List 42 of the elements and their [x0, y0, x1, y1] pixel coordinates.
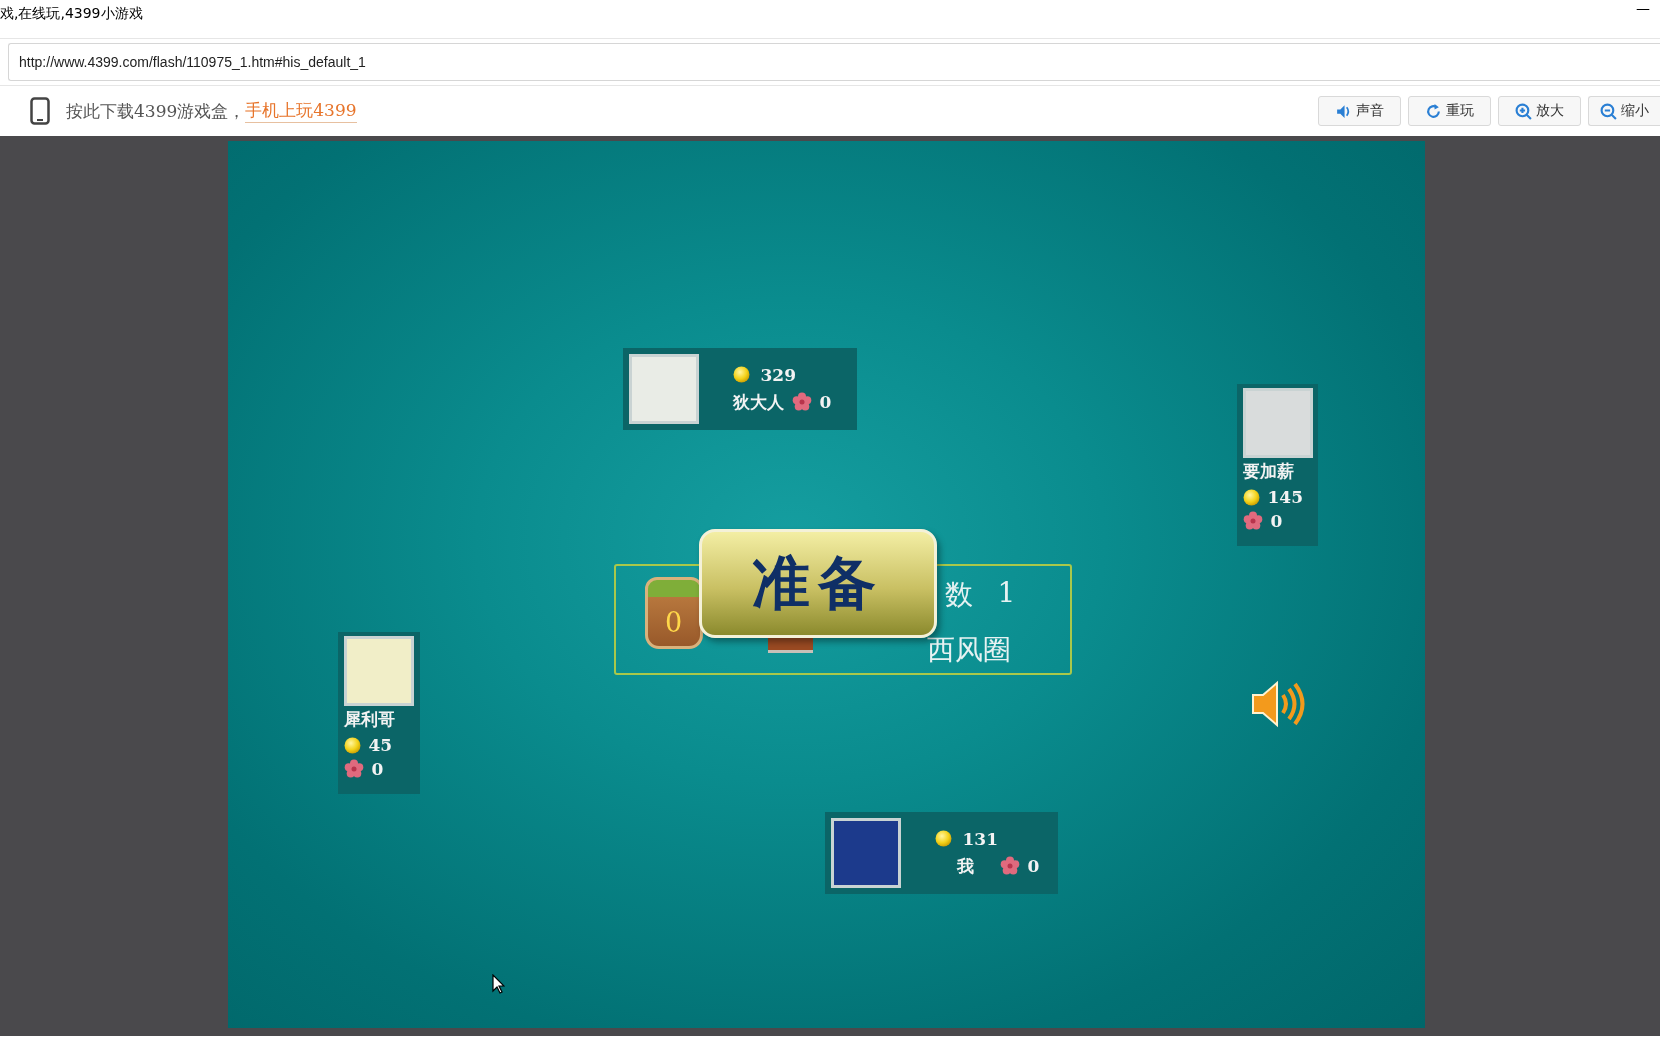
player-name: 狄大人 [732, 390, 784, 414]
round-count: 1 [997, 576, 1016, 609]
zoom-out-icon [1600, 102, 1617, 120]
flower-icon [999, 856, 1020, 876]
player-name: 我 [956, 854, 974, 878]
window-title: 戏,在线玩,4399小游戏 [0, 5, 143, 23]
speaker-icon [1335, 102, 1352, 120]
flower-count: 0 [1027, 856, 1040, 876]
coin-count: 145 [1267, 487, 1303, 507]
player-name: 要加薪 [1242, 460, 1295, 483]
avatar-placeholder [343, 636, 414, 706]
cursor-icon [491, 974, 505, 994]
flower-count: 0 [371, 759, 384, 779]
toolbar-button[interactable]: 重玩 [1408, 96, 1491, 126]
address-field[interactable]: http://www.4399.com/flash/110975_1.htm#his_default_1 [8, 43, 1660, 81]
avatar-placeholder [1242, 388, 1313, 458]
coin-count: 45 [368, 735, 393, 755]
coin-icon [934, 830, 952, 847]
coin-icon [1242, 488, 1260, 506]
ready-button[interactable]: 准备 [698, 529, 937, 638]
download-text: 按此下载4399游戏盒， [66, 99, 246, 123]
flower-icon [343, 759, 364, 779]
round-label: 数 [944, 577, 973, 613]
flower-count: 0 [819, 392, 832, 412]
phone-icon [30, 97, 50, 125]
player-name: 犀利哥 [343, 708, 396, 731]
coin-icon [343, 736, 361, 754]
coin-icon [732, 366, 750, 383]
toolbar-button[interactable]: 缩小 [1588, 96, 1660, 126]
refresh-icon [1425, 102, 1442, 120]
flower-count: 0 [1270, 511, 1283, 531]
badge-count: 0 [664, 607, 683, 638]
coin-count: 329 [760, 364, 796, 385]
avatar-placeholder [830, 818, 901, 888]
zoom-in-icon [1515, 102, 1532, 120]
avatar-placeholder [628, 354, 699, 424]
minimize-button[interactable]: — [1636, 0, 1650, 16]
flower-icon [791, 392, 812, 412]
flower-icon [1242, 511, 1263, 531]
coin-count: 131 [962, 828, 998, 849]
toolbar-button[interactable]: 放大 [1498, 96, 1581, 126]
toolbar-button[interactable]: 声音 [1318, 96, 1401, 126]
